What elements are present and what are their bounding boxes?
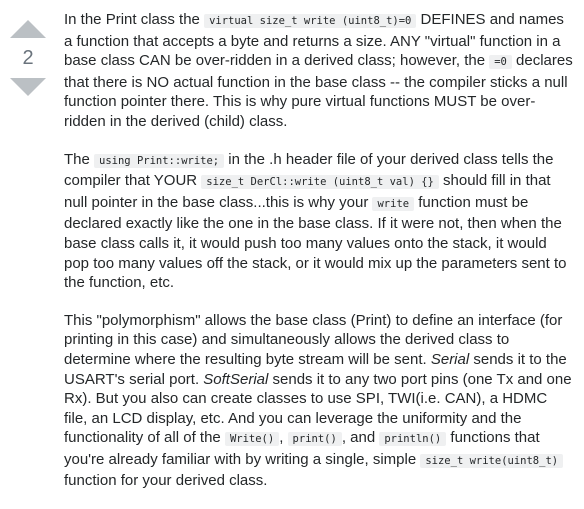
inline-code: using Print::write; bbox=[94, 153, 225, 168]
vote-count: 2 bbox=[22, 47, 34, 69]
paragraph-text: function for your derived class. bbox=[64, 472, 268, 490]
inline-code: size_t write(uint8_t) bbox=[420, 453, 564, 468]
paragraph-2: The using Print::write; in the .h header… bbox=[64, 150, 574, 293]
inline-code: =0 bbox=[489, 55, 512, 70]
inline-code: print() bbox=[287, 432, 342, 447]
emphasis-text: Serial bbox=[430, 350, 470, 368]
upvote-arrow-icon[interactable] bbox=[10, 20, 46, 38]
emphasis-text: SoftSerial bbox=[203, 370, 269, 388]
paragraph-text: In the Print class the bbox=[64, 11, 205, 28]
paragraph-3: This "polymorphism" allows the base clas… bbox=[64, 311, 574, 491]
inline-code: write bbox=[372, 196, 415, 211]
vote-cell: 2 bbox=[0, 0, 56, 96]
inline-code: Write() bbox=[224, 432, 280, 447]
paragraph-text: , bbox=[279, 429, 288, 447]
inline-code: virtual size_t write (uint8_t)=0 bbox=[204, 14, 417, 28]
inline-code: size_t DerCl::write (uint8_t val) {} bbox=[201, 175, 439, 190]
paragraph-text: , and bbox=[341, 429, 380, 447]
paragraph-text: The bbox=[64, 150, 95, 168]
paragraph-1: In the Print class the virtual size_t wr… bbox=[64, 10, 574, 132]
answer-post: 2 In the Print class the virtual size_t … bbox=[0, 0, 584, 489]
answer-body: In the Print class the virtual size_t wr… bbox=[64, 0, 574, 509]
inline-code: println() bbox=[379, 432, 447, 447]
downvote-arrow-icon[interactable] bbox=[10, 78, 46, 96]
